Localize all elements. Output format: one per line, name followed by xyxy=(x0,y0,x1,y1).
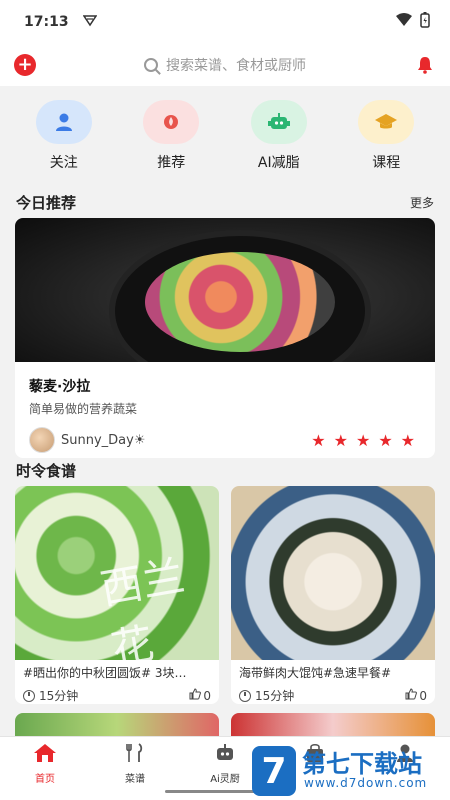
wifi-icon xyxy=(396,13,412,31)
star-icon: ★ xyxy=(355,430,371,450)
recipe-title: #晒出你的中秋团圆饭# 3块… xyxy=(23,666,187,680)
image-overlay-text: 西兰花 xyxy=(96,551,189,660)
featured-recipe-image xyxy=(15,218,435,362)
recipe-grid: 西兰花 #晒出你的中秋团圆饭# 3块… 15分钟 0 海带鲜肉大馄饨#急速早餐# xyxy=(15,486,435,704)
watermark-logo: 7 xyxy=(252,746,296,796)
recipe-image xyxy=(231,486,435,660)
quick-nav: 关注 推荐 AI减脂 课程 xyxy=(0,100,450,180)
flame-icon xyxy=(143,100,200,144)
star-icon: ★ xyxy=(333,430,348,450)
more-link[interactable]: 更多 xyxy=(410,194,434,211)
search-bar[interactable]: 搜索菜谱、食材或厨师 xyxy=(36,55,414,75)
star-icon: ★ xyxy=(311,430,326,450)
robot-icon xyxy=(214,743,236,766)
like-count: 0 xyxy=(203,688,211,703)
top-header: + 搜索菜谱、食材或厨师 xyxy=(0,44,450,86)
robot-icon xyxy=(250,100,307,144)
quick-nav-label: 关注 xyxy=(49,155,78,171)
recipe-image: 西兰花 xyxy=(15,486,219,660)
recipe-title: 海带鲜肉大馄饨#急速早餐# xyxy=(239,666,392,680)
tab-label: 菜谱 xyxy=(125,774,145,785)
quick-nav-course[interactable]: 课程 xyxy=(346,100,426,180)
watermark: 7 第七下载站 www.d7down.com xyxy=(252,744,450,800)
watermark-url: www.d7down.com xyxy=(304,776,428,790)
tab-recipes[interactable]: 菜谱 xyxy=(100,743,170,800)
thumbs-up-icon xyxy=(189,688,202,703)
status-bar: 17:13 xyxy=(0,0,450,44)
featured-recipe-title: 藜麦·沙拉 xyxy=(29,379,91,395)
quick-nav-recommend[interactable]: 推荐 xyxy=(131,100,211,180)
tab-home[interactable]: 首页 xyxy=(10,743,80,800)
clock-icon xyxy=(23,689,35,702)
recipe-card[interactable]: 海带鲜肉大馄饨#急速早餐# 15分钟 0 xyxy=(231,486,435,704)
featured-recipe-card[interactable]: 藜麦·沙拉 简单易做的营养蔬菜 Sunny_Day☀ ★ ★ ★ ★ ★ xyxy=(15,218,435,458)
quick-nav-label: AI减脂 xyxy=(257,155,300,171)
recipe-card[interactable]: 西兰花 #晒出你的中秋团圆饭# 3块… 15分钟 0 xyxy=(15,486,219,704)
quick-nav-label: 推荐 xyxy=(157,155,186,171)
tab-label: 首页 xyxy=(35,774,55,785)
cook-time: 15分钟 xyxy=(255,689,295,703)
seasonal-section-title: 时令食谱 xyxy=(16,462,77,480)
star-icon: ★ xyxy=(378,430,393,450)
like-button[interactable]: 0 xyxy=(189,688,211,703)
home-icon xyxy=(33,743,57,766)
thumbs-up-icon xyxy=(405,688,418,703)
search-placeholder: 搜索菜谱、食材或厨师 xyxy=(166,58,306,74)
user-icon xyxy=(35,100,92,144)
cook-time: 15分钟 xyxy=(39,689,79,703)
quick-nav-label: 课程 xyxy=(372,155,401,171)
watermark-title: 第七下载站 xyxy=(302,750,422,778)
graduation-cap-icon xyxy=(358,100,415,144)
author-name[interactable]: Sunny_Day☀ xyxy=(61,433,146,448)
like-count: 0 xyxy=(419,688,427,703)
today-section-title: 今日推荐 xyxy=(16,194,77,212)
quick-nav-follow[interactable]: 关注 xyxy=(24,100,104,180)
vpn-icon xyxy=(82,13,97,31)
avatar[interactable] xyxy=(29,427,55,453)
quick-nav-ai-fatloss[interactable]: AI减脂 xyxy=(239,100,319,180)
rating-stars: ★ ★ ★ ★ ★ xyxy=(311,431,415,450)
notification-bell-icon[interactable] xyxy=(414,54,436,76)
battery-icon xyxy=(420,12,430,32)
star-icon: ★ xyxy=(400,430,415,450)
featured-recipe-subtitle: 简单易做的营养蔬菜 xyxy=(29,402,138,416)
status-time: 17:13 xyxy=(24,14,69,30)
clock-icon xyxy=(239,689,251,702)
search-icon xyxy=(144,58,158,72)
add-recipe-button[interactable]: + xyxy=(14,54,36,76)
tab-label: Ai灵厨 xyxy=(210,774,240,785)
like-button[interactable]: 0 xyxy=(405,688,427,703)
fork-knife-icon xyxy=(125,743,145,766)
